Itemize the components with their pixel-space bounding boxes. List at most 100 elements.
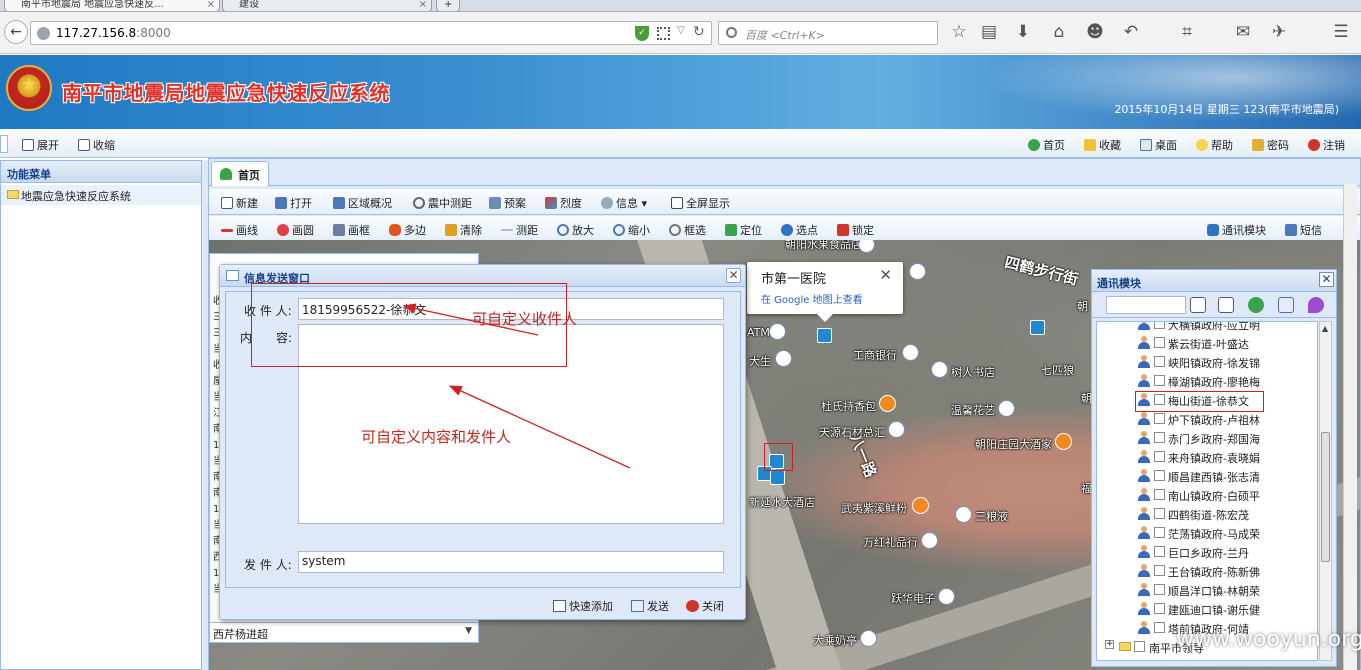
extension-icon[interactable]: ✈ [1268, 22, 1290, 42]
chevron-down-icon[interactable]: ▼ [465, 626, 472, 636]
contact-checkbox[interactable] [1154, 413, 1165, 424]
lock-button[interactable]: 锁定 [837, 222, 874, 238]
new-tab-button[interactable]: + [436, 0, 460, 11]
close-icon[interactable]: ✕ [726, 268, 741, 283]
zoom-in-button[interactable]: 放大 [557, 222, 594, 238]
draw-rect-button[interactable]: 画框 [333, 222, 370, 238]
home-button[interactable]: 首页 [1028, 137, 1065, 153]
contact-item[interactable]: 紫云街道-叶盛达 [1097, 333, 1317, 352]
contact-item[interactable]: 顺昌洋口镇-林朝荣 [1097, 580, 1317, 599]
restaurant-icon[interactable] [1055, 433, 1072, 450]
back-button[interactable]: ← [4, 20, 28, 44]
shop-icon[interactable] [955, 506, 972, 523]
dropdown-arrow-icon[interactable]: ▽ [677, 25, 685, 36]
qr-code-icon[interactable] [657, 27, 670, 40]
contact-checkbox[interactable] [1154, 356, 1165, 367]
locate-button[interactable]: 定位 [725, 222, 762, 238]
contact-item[interactable]: 赤门乡政府-郑国海 [1097, 428, 1317, 447]
polygon-button[interactable]: 多边 [389, 222, 426, 238]
shield-icon[interactable]: ✓ [635, 26, 649, 41]
contact-item[interactable]: 四鹤街道-陈宏茂 [1097, 504, 1317, 523]
download-icon[interactable]: ⬇ [1012, 22, 1034, 42]
close-icon[interactable]: × [419, 0, 427, 11]
contact-scrollbar[interactable]: ▲ [1319, 321, 1332, 661]
shop-icon[interactable] [858, 240, 875, 253]
contact-checkbox[interactable] [1154, 584, 1165, 595]
expand-toggle-icon[interactable]: + [1105, 640, 1114, 649]
shop-icon[interactable] [938, 588, 955, 605]
speech-bubble-icon[interactable]: ✉ [1232, 22, 1254, 42]
password-button[interactable]: 密码 [1252, 137, 1289, 153]
contact-item[interactable]: 峡阳镇政府-徐发锦 [1097, 352, 1317, 371]
contact-combo[interactable]: 西芹杨进超 ▼ [210, 622, 478, 642]
contact-item[interactable]: 樟湖镇政府-廖艳梅 [1097, 371, 1317, 390]
contact-checkbox[interactable] [1154, 322, 1165, 329]
contact-item[interactable]: 顺昌建西镇-张志清 [1097, 466, 1317, 485]
fullscreen-button[interactable]: 全屏显示 [671, 195, 730, 211]
refresh-icon[interactable] [1248, 297, 1264, 313]
region-overview-button[interactable]: 区域概况 [333, 195, 392, 211]
crop-icon[interactable]: ⌗ [1176, 22, 1198, 42]
draw-circle-button[interactable]: 画圆 [277, 222, 314, 238]
measure-button[interactable]: 测距 [501, 222, 538, 238]
logout-button[interactable]: 注销 [1308, 137, 1345, 153]
draw-line-button[interactable]: 画线 [221, 222, 258, 238]
chat-icon[interactable]: ☻ [1084, 22, 1106, 42]
group-checkbox[interactable] [1134, 641, 1145, 652]
shop-icon[interactable] [921, 532, 938, 549]
contact-item[interactable]: 巨口乡政府-兰丹 [1097, 542, 1317, 561]
contact-checkbox[interactable] [1154, 337, 1165, 348]
contact-item[interactable]: 茫荡镇政府-马成荣 [1097, 523, 1317, 542]
scroll-up-icon[interactable]: ▲ [1322, 324, 1328, 333]
zoom-out-button[interactable]: 缩小 [613, 222, 650, 238]
shop-icon[interactable] [998, 400, 1015, 417]
shop-icon[interactable] [888, 421, 905, 438]
contact-checkbox[interactable] [1154, 489, 1165, 500]
reading-list-icon[interactable]: ▤ [978, 22, 1000, 42]
browser-tab[interactable]: 建设 × [222, 0, 432, 11]
menu-icon[interactable]: ☰ [1330, 22, 1352, 42]
close-icon[interactable]: ✕ [879, 266, 892, 284]
address-bar[interactable]: 117.27.156.8:8000 ✓ ▽ ↻ [30, 21, 712, 45]
collapse-handle[interactable] [0, 135, 8, 153]
close-icon[interactable]: ✕ [1319, 272, 1334, 287]
bus-stop-icon[interactable] [1030, 320, 1045, 335]
bus-stop-icon[interactable] [770, 470, 785, 485]
menu-item-earthquake-system[interactable]: 地震应急快速反应系统 [1, 185, 201, 205]
contact-checkbox[interactable] [1154, 603, 1165, 614]
search-bar[interactable]: 百度 <Ctrl+K> [718, 21, 938, 45]
sms-button[interactable]: 短信 [1285, 222, 1322, 238]
expand-button[interactable]: 展开 [22, 137, 59, 153]
book-store-icon[interactable] [931, 361, 948, 378]
close-button[interactable]: 关闭 [686, 598, 724, 614]
undo-icon[interactable]: ↶ [1120, 22, 1142, 42]
contact-checkbox[interactable] [1154, 508, 1165, 519]
bookmark-star-icon[interactable]: ☆ [948, 22, 970, 42]
search-icon[interactable] [1190, 297, 1206, 313]
contact-item[interactable]: 南山镇政府-白硕平 [1097, 485, 1317, 504]
shop-icon[interactable] [909, 263, 926, 280]
contact-checkbox[interactable] [1154, 432, 1165, 443]
pick-point-button[interactable]: 选点 [781, 222, 818, 238]
close-icon[interactable]: × [207, 0, 215, 11]
intensity-button[interactable]: 烈度 [545, 195, 582, 211]
contact-item[interactable]: 来舟镇政府-袁晓娟 [1097, 447, 1317, 466]
google-maps-link[interactable]: 在 Google 地图上查看 [761, 291, 863, 306]
contact-item[interactable]: 大横镇政府-应立明 [1097, 322, 1317, 333]
scroll-thumb[interactable] [1321, 432, 1330, 562]
favorites-button[interactable]: 收藏 [1084, 137, 1121, 153]
quick-add-button[interactable]: 快速添加 [553, 598, 613, 614]
contact-checkbox[interactable] [1154, 375, 1165, 386]
contact-checkbox[interactable] [1154, 622, 1165, 633]
shop-icon[interactable] [860, 630, 877, 647]
restaurant-icon[interactable] [912, 497, 929, 514]
reload-icon[interactable]: ↻ [693, 24, 705, 40]
sender-field[interactable]: system [298, 551, 724, 573]
atm-icon[interactable] [769, 323, 786, 340]
epicenter-distance-button[interactable]: 震中测距 [413, 195, 472, 211]
list-icon[interactable] [1218, 297, 1234, 313]
help-button[interactable]: 帮助 [1196, 137, 1233, 153]
info-menu-button[interactable]: 信息 ▾ [601, 195, 647, 211]
open-button[interactable]: 打开 [275, 195, 312, 211]
browser-tab-active[interactable]: 南平市地震局 地震应急快速反... × [4, 0, 220, 11]
